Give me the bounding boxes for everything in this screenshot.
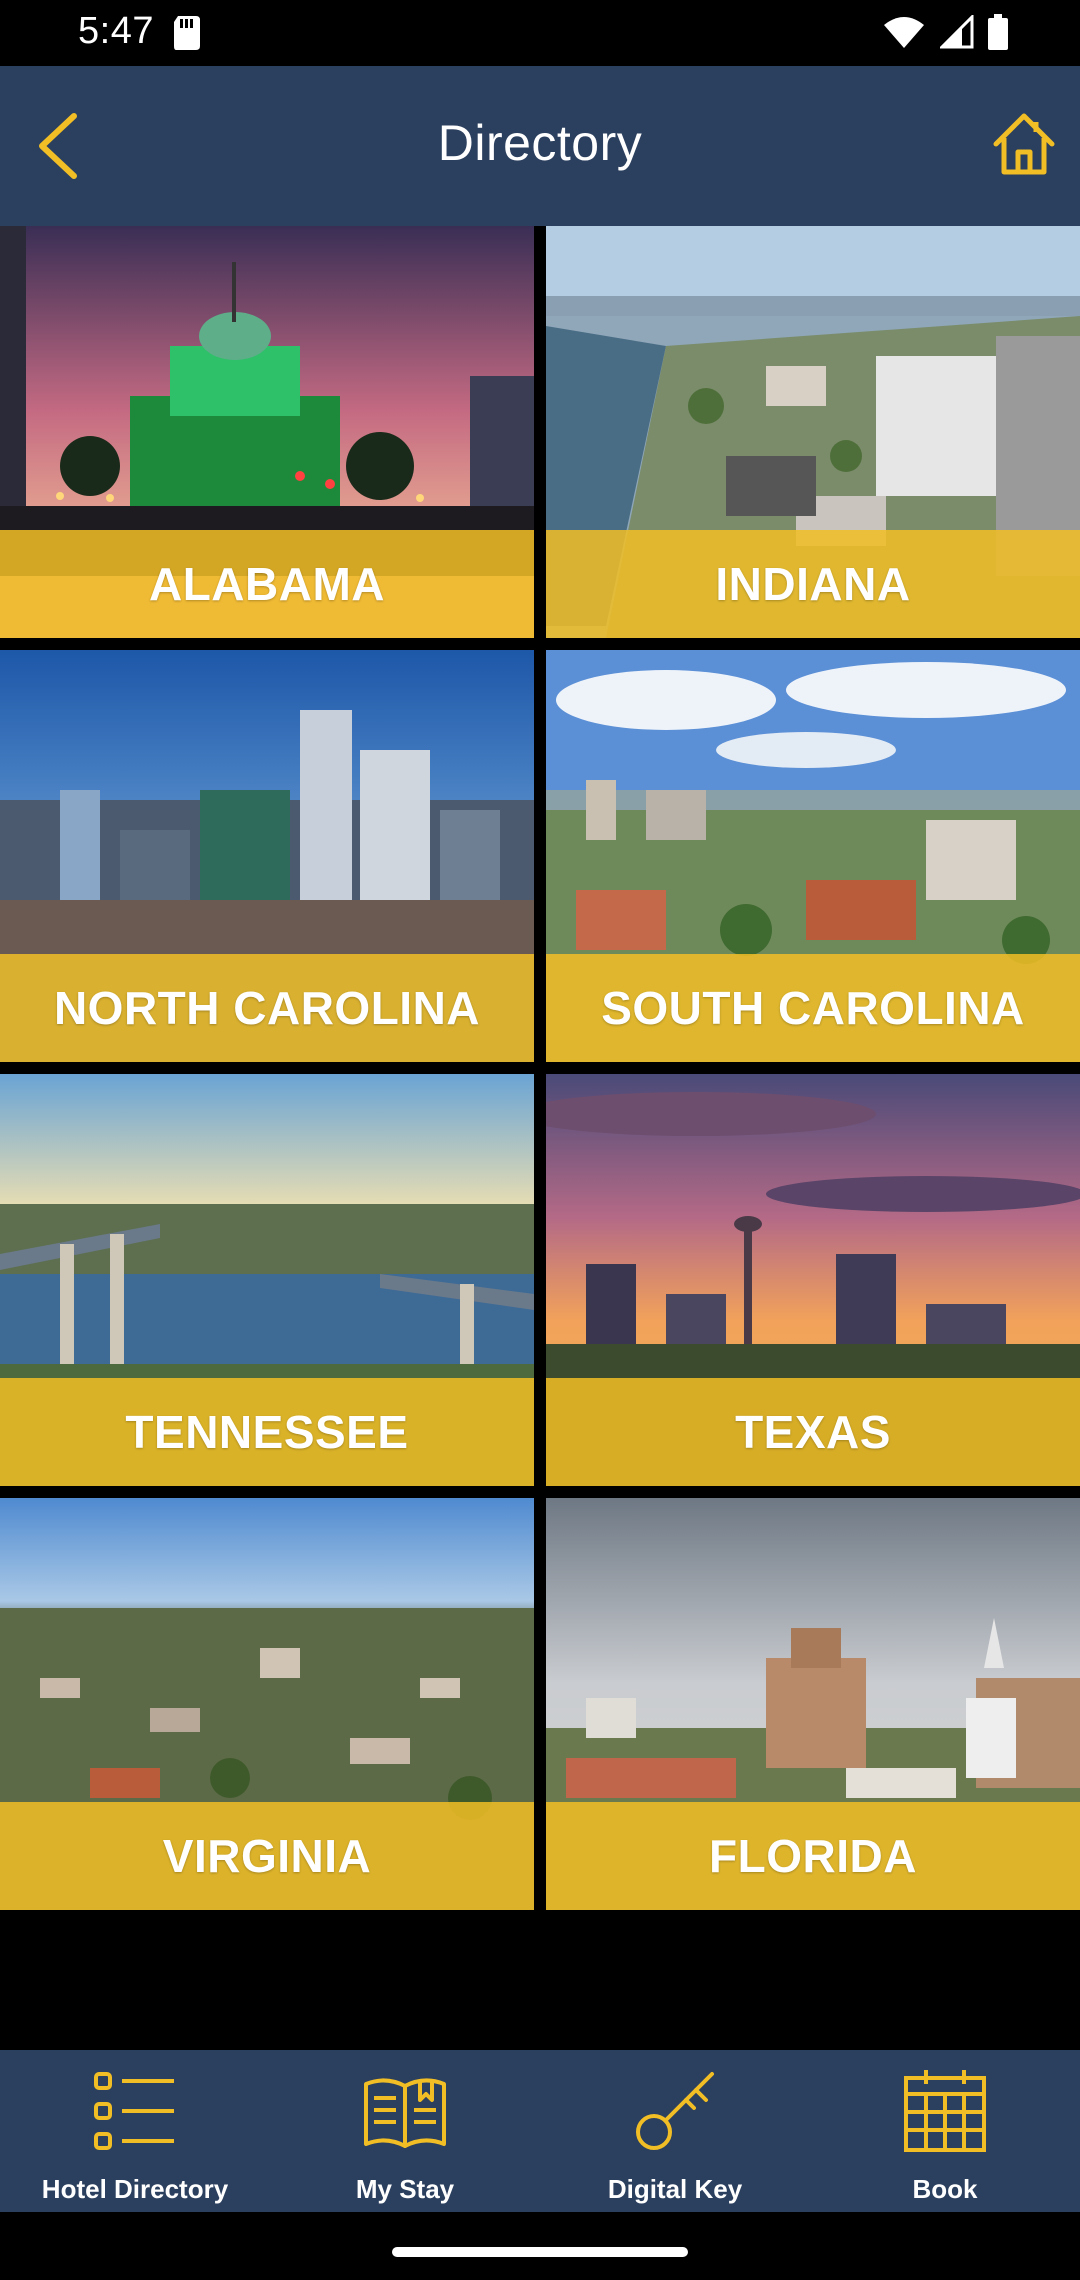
calendar-icon [904, 2070, 986, 2152]
state-label: SOUTH CAROLINA [601, 982, 1025, 1034]
key-icon [636, 2072, 714, 2150]
signal-icon [940, 15, 974, 49]
state-tile-indiana[interactable]: INDIANA [546, 226, 1080, 638]
list-icon [94, 2072, 174, 2150]
bottom-nav: Hotel Directory My Stay Digital Key Book [0, 2050, 1080, 2212]
wifi-icon [884, 17, 924, 48]
state-label: TEXAS [735, 1406, 891, 1458]
state-label: TENNESSEE [125, 1406, 409, 1458]
sd-card-icon [174, 16, 200, 50]
nav-book[interactable]: Book [810, 2050, 1080, 2212]
status-time: 5:47 [78, 10, 154, 52]
home-icon[interactable] [990, 110, 1058, 178]
nav-label: Digital Key [607, 2174, 743, 2204]
state-label: INDIANA [715, 558, 911, 610]
nav-label: My Stay [355, 2174, 455, 2204]
state-tile-texas[interactable]: TEXAS [546, 1074, 1080, 1486]
book-icon [364, 2078, 446, 2148]
app-header: Directory [0, 66, 1080, 226]
state-label: VIRGINIA [162, 1830, 372, 1882]
gesture-bar[interactable] [392, 2247, 688, 2257]
state-label: FLORIDA [709, 1830, 917, 1882]
nav-label: Hotel Directory [41, 2174, 229, 2204]
nav-hotel-directory[interactable]: Hotel Directory [0, 2050, 270, 2212]
state-tile-virginia[interactable]: VIRGINIA [0, 1498, 534, 1910]
state-label: ALABAMA [148, 558, 385, 610]
state-tile-south-carolina[interactable]: SOUTH CAROLINA [546, 650, 1080, 1062]
nav-label: Book [912, 2174, 978, 2204]
battery-icon [988, 14, 1008, 50]
nav-digital-key[interactable]: Digital Key [540, 2050, 810, 2212]
page-title: Directory [437, 115, 643, 171]
status-bar: 5:47 [0, 0, 1080, 66]
nav-my-stay[interactable]: My Stay [270, 2050, 540, 2212]
state-tile-north-carolina[interactable]: NORTH CAROLINA [0, 650, 534, 1062]
state-tile-florida[interactable]: FLORIDA [546, 1498, 1080, 1910]
state-label: NORTH CAROLINA [53, 982, 481, 1034]
state-tile-tennessee[interactable]: TENNESSEE [0, 1074, 534, 1486]
state-tile-alabama[interactable]: ALABAMA [0, 226, 534, 638]
